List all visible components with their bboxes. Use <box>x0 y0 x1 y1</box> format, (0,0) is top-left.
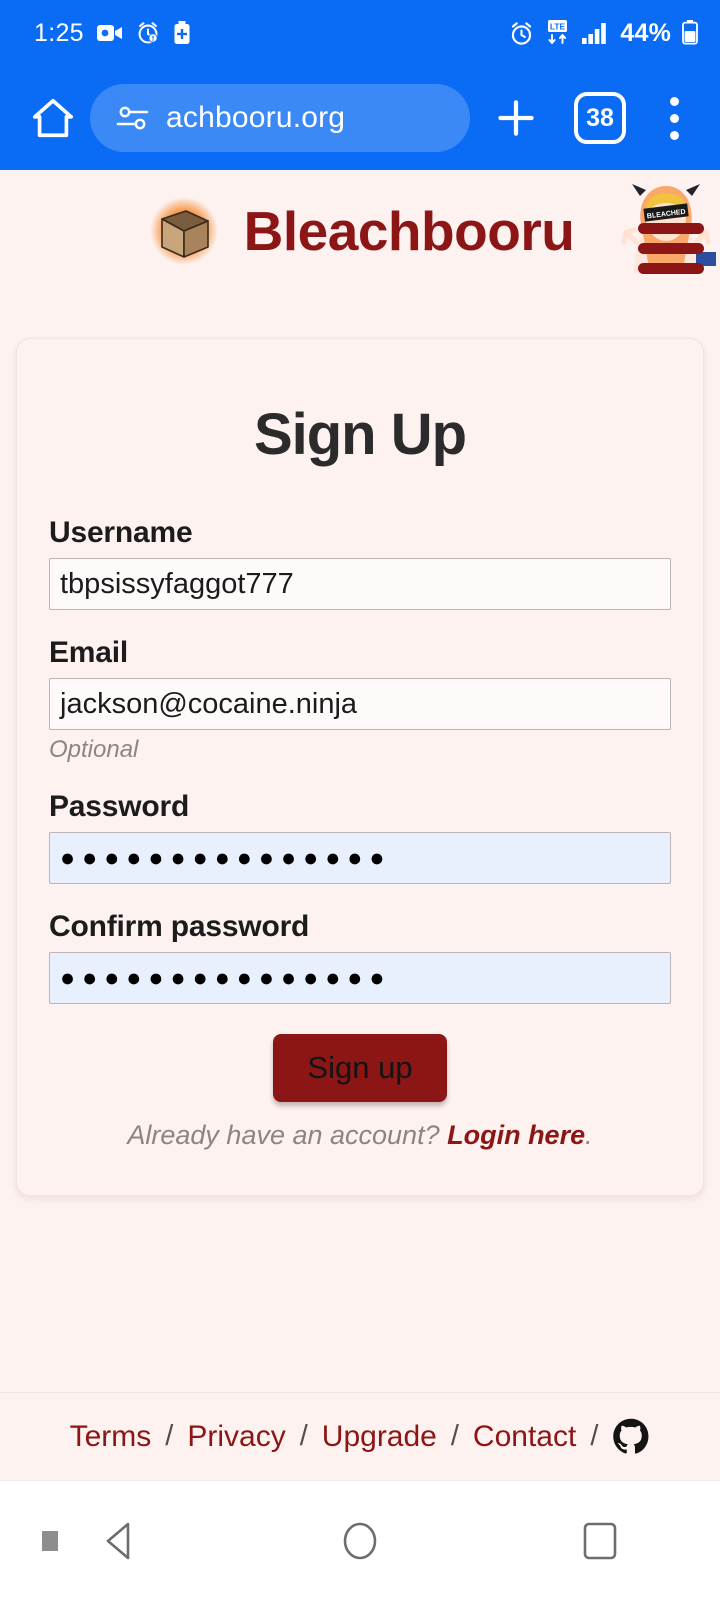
signup-button[interactable]: Sign up <box>273 1034 447 1102</box>
username-input[interactable]: tbpsissyfaggot777 <box>49 558 671 610</box>
nav-home-button[interactable] <box>240 1518 480 1564</box>
signup-card: Sign Up Username tbpsissyfaggot777 Email… <box>16 338 704 1196</box>
password-input[interactable]: ●●●●●●●●●●●●●●● <box>49 832 671 884</box>
url-bar[interactable]: achbooru.org <box>90 84 470 152</box>
kebab-dot <box>669 96 679 106</box>
status-bar-clock: 1:25 <box>34 18 84 47</box>
brand-logo-link[interactable]: Bleachbooru <box>146 193 575 269</box>
email-input[interactable]: jackson@cocaine.ninja <box>49 678 671 730</box>
battery-icon <box>682 20 698 46</box>
brand-title: Bleachbooru <box>243 199 575 262</box>
hamburger-bar <box>638 263 704 274</box>
kebab-dot <box>669 130 679 140</box>
battery-percent-label: 44% <box>620 18 671 47</box>
tab-count-label: 38 <box>586 103 614 132</box>
email-label: Email <box>49 636 129 669</box>
signal-bars-icon <box>581 21 609 45</box>
web-page-content: Bleachbooru BLEACHED Sign Up Username tb… <box>0 170 720 1480</box>
field-confirm-password: Confirm password ●●●●●●●●●●●●●●● <box>49 910 671 1004</box>
android-status-bar: 1:25 LTE 44% <box>0 0 720 66</box>
footer-separator: / <box>450 1420 459 1452</box>
home-button[interactable] <box>20 85 86 151</box>
footer-link-upgrade[interactable]: Upgrade <box>322 1420 437 1454</box>
nav-back-button[interactable] <box>0 1520 240 1562</box>
login-prompt-text: Already have an account? <box>127 1120 448 1150</box>
field-email: Email jackson@cocaine.ninja Optional <box>49 636 671 764</box>
footer-separator: / <box>299 1420 308 1452</box>
svg-text:LTE: LTE <box>550 21 566 31</box>
status-bar-left: 1:25 <box>34 19 191 48</box>
back-triangle-icon <box>106 1522 130 1559</box>
hamburger-bar <box>638 243 704 254</box>
page-title: Sign Up <box>253 402 467 467</box>
status-bar-right: LTE 44% <box>509 19 698 48</box>
footer-separator: / <box>590 1420 599 1452</box>
footer-separator: / <box>165 1420 174 1452</box>
small-square-indicator-icon <box>42 1530 58 1551</box>
footer-link-terms[interactable]: Terms <box>70 1420 152 1454</box>
password-label: Password <box>49 790 190 823</box>
recents-square-icon <box>583 1522 617 1559</box>
site-settings-icon[interactable] <box>116 105 150 131</box>
url-text[interactable]: achbooru.org <box>166 101 345 135</box>
browser-toolbar: achbooru.org 38 <box>0 66 720 170</box>
video-camera-icon <box>96 23 123 43</box>
alarm-warning-icon <box>136 21 160 45</box>
android-navigation-bar <box>0 1480 720 1600</box>
site-header: Bleachbooru BLEACHED <box>0 170 720 285</box>
nav-recents-button[interactable] <box>480 1518 720 1564</box>
phone-screen: 1:25 LTE 44% achbooru.org 38 Bleachbooru… <box>0 0 720 1600</box>
site-footer: Terms / Privacy / Upgrade / Contact / <box>0 1392 720 1480</box>
footer-link-contact[interactable]: Contact <box>473 1420 576 1454</box>
login-here-link[interactable]: Login here <box>447 1120 585 1150</box>
login-prompt-row: Already have an account? Login here. <box>49 1120 671 1151</box>
submit-row: Sign up <box>49 1034 671 1102</box>
tab-switcher-button[interactable]: 38 <box>574 92 626 144</box>
field-password: Password ●●●●●●●●●●●●●●● <box>49 790 671 884</box>
box-logo-icon <box>146 193 222 269</box>
kebab-dot <box>669 113 679 123</box>
confirm-password-input[interactable]: ●●●●●●●●●●●●●●● <box>49 952 671 1004</box>
username-label: Username <box>49 516 193 549</box>
footer-link-privacy[interactable]: Privacy <box>187 1420 285 1454</box>
confirm-password-label: Confirm password <box>49 910 310 943</box>
home-icon <box>32 98 74 138</box>
battery-saver-icon <box>173 21 191 45</box>
alarm-clock-icon <box>509 21 534 46</box>
lte-data-icon: LTE <box>545 20 570 46</box>
login-prompt-suffix: . <box>585 1120 593 1150</box>
avatar-hamburger-menu-icon[interactable]: BLEACHED <box>612 178 720 276</box>
email-optional-hint: Optional <box>49 736 139 763</box>
hamburger-bar <box>638 223 704 234</box>
plus-icon <box>498 100 534 136</box>
browser-menu-button[interactable] <box>652 86 696 150</box>
new-tab-button[interactable] <box>484 86 548 150</box>
github-icon[interactable] <box>612 1418 650 1456</box>
home-circle-icon <box>343 1522 377 1559</box>
field-username: Username tbpsissyfaggot777 <box>49 516 671 610</box>
